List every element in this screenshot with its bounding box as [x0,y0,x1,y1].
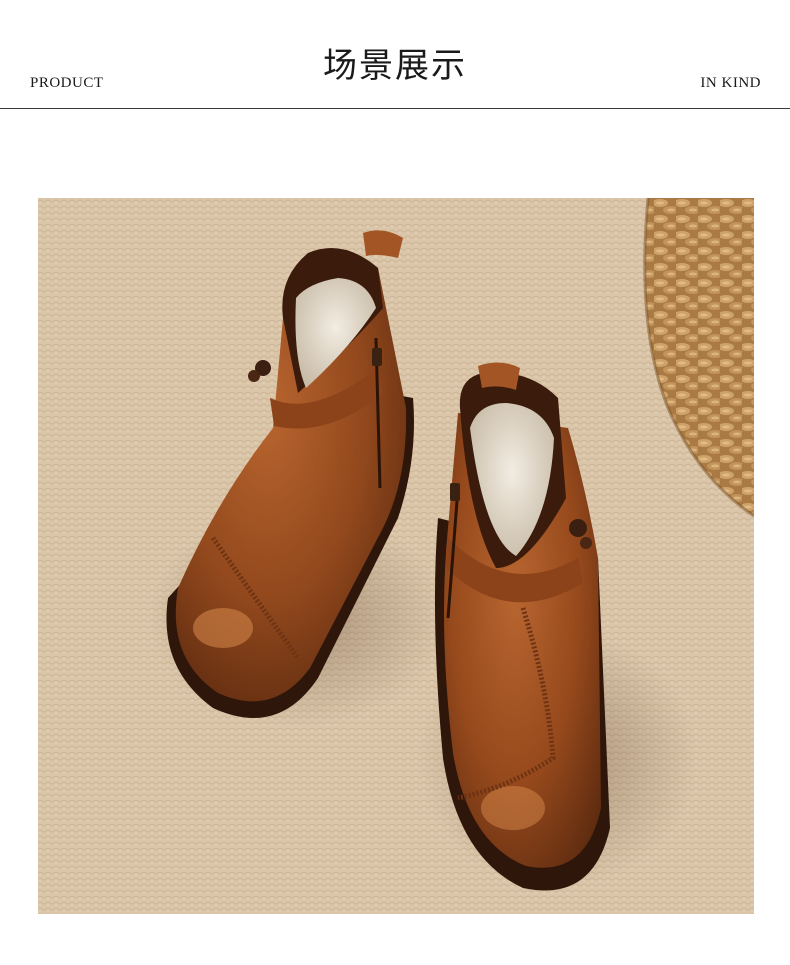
page-title: 场景展示 [323,46,467,86]
in-kind-label: IN KIND [700,75,761,91]
header-divider [0,108,790,109]
product-scene-photo [38,198,754,914]
page-header: PRODUCT 场景展示 IN KIND [0,0,790,110]
